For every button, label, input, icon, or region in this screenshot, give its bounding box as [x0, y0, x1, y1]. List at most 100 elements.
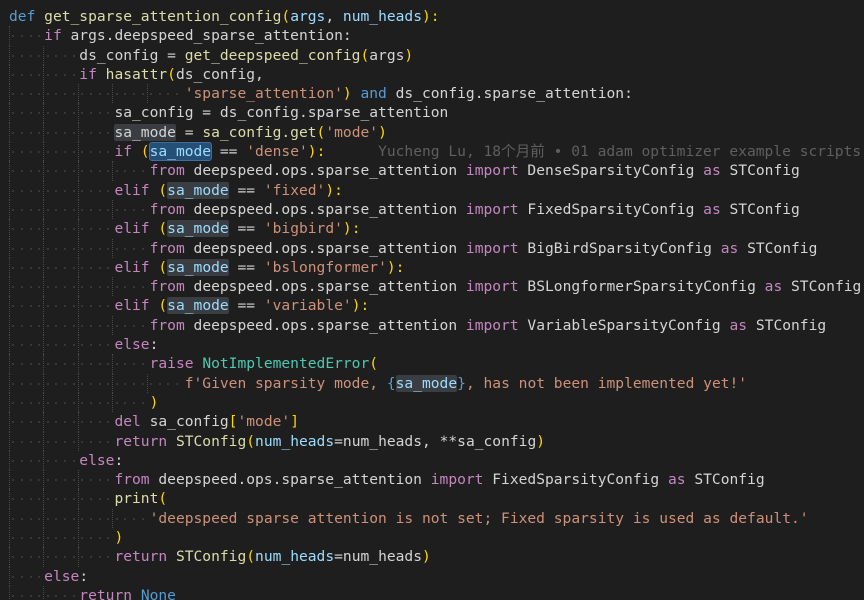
code-line[interactable]: from deepspeed.ops.sparse_attention impo…	[9, 199, 864, 220]
code-token: sa_mode	[148, 142, 213, 162]
whitespace-dot	[98, 266, 101, 269]
whitespace-dot	[29, 286, 32, 289]
whitespace-dot	[98, 93, 101, 96]
code-line[interactable]: )	[9, 528, 864, 548]
code-line[interactable]: elif (sa_mode == 'bslongformer'):	[9, 257, 864, 278]
whitespace-dot	[72, 421, 75, 424]
whitespace-dot	[89, 440, 92, 443]
code-line[interactable]: print(	[9, 489, 864, 509]
code-line[interactable]: f'Given sparsity mode, {sa_mode}, has no…	[9, 373, 864, 393]
whitespace-dot	[64, 324, 67, 327]
code-line[interactable]: from deepspeed.ops.sparse_attention impo…	[9, 238, 864, 258]
whitespace-dot	[20, 344, 23, 347]
code-line[interactable]: return None	[9, 585, 864, 600]
whitespace-dot	[98, 324, 101, 327]
code-line[interactable]: else:	[9, 450, 864, 471]
code-token: ):	[422, 8, 440, 25]
code-line[interactable]: else:	[9, 335, 864, 355]
code-token: num_heads	[342, 8, 422, 25]
indent-guide	[9, 412, 10, 432]
code-line[interactable]: sa_config = ds_config.sparse_attention	[9, 103, 864, 123]
code-line[interactable]: del sa_config['mode']	[9, 412, 864, 432]
code-line[interactable]: from deepspeed.ops.sparse_attention impo…	[9, 161, 864, 181]
whitespace-dot	[72, 537, 75, 540]
code-line[interactable]: from deepspeed.ops.sparse_attention impo…	[9, 470, 864, 490]
code-area[interactable]: def get_sparse_attention_config(args, nu…	[9, 7, 864, 600]
code-line[interactable]: 'deepspeed sparse attention is not set; …	[9, 508, 864, 529]
code-token: f'Given sparsity mode,	[184, 374, 387, 392]
whitespace-dot	[20, 247, 23, 250]
code-token: )	[342, 85, 361, 103]
indent-guide	[9, 238, 10, 258]
code-line[interactable]: def get_sparse_attention_config(args, nu…	[9, 7, 864, 26]
code-token: STConfig	[175, 432, 247, 450]
code-line[interactable]: return STConfig(num_heads=num_heads, **s…	[9, 431, 864, 451]
indent-guide	[43, 585, 45, 600]
whitespace-dot	[72, 594, 75, 597]
code-token: from	[149, 239, 194, 257]
whitespace-dot	[141, 93, 144, 96]
code-line[interactable]: if hasattr(ds_config,	[9, 64, 864, 85]
code-line[interactable]: 'sparse_attention') and ds_config.sparse…	[9, 84, 864, 104]
code-line[interactable]: elif (sa_mode == 'fixed'):	[9, 180, 864, 200]
indent-guide	[9, 431, 10, 451]
whitespace-dot	[141, 324, 144, 327]
whitespace-dot	[107, 247, 110, 250]
code-editor[interactable]: def get_sparse_attention_config(args, nu…	[0, 0, 864, 600]
whitespace-dot	[20, 594, 23, 597]
indent-guide	[43, 354, 45, 374]
whitespace-dot	[29, 517, 32, 520]
whitespace-dot	[64, 208, 67, 211]
indent-guide	[43, 64, 45, 85]
indent-guide	[112, 238, 114, 258]
code-token: sa_mode	[395, 374, 458, 392]
whitespace-dot	[29, 440, 32, 443]
code-line[interactable]: from deepspeed.ops.sparse_attention impo…	[9, 315, 864, 336]
indent-guide	[43, 508, 45, 529]
code-line[interactable]: if args.deepspeed_sparse_attention:	[9, 26, 864, 46]
code-line[interactable]: elif (sa_mode == 'variable'):	[9, 296, 864, 316]
whitespace-dot	[64, 131, 67, 134]
code-line[interactable]: if (sa_mode == 'dense'): Yucheng Lu, 18个…	[9, 142, 864, 162]
git-blame-annotation: Yucheng Lu, 18个月前 • 01 adam optimizer ex…	[325, 143, 864, 161]
code-token: STConfig	[729, 162, 800, 180]
indent-guide	[9, 142, 10, 162]
code-line[interactable]: from deepspeed.ops.sparse_attention impo…	[9, 277, 864, 297]
whitespace-dot	[89, 517, 92, 520]
whitespace-dot	[29, 537, 32, 540]
whitespace-dot	[98, 517, 101, 520]
whitespace-dot	[72, 517, 75, 520]
code-token: import	[465, 162, 528, 180]
whitespace-dot	[107, 324, 110, 327]
code-token: ):	[342, 220, 361, 238]
indent-guide	[77, 219, 79, 239]
code-line[interactable]: else:	[9, 566, 864, 586]
whitespace-dot	[89, 189, 92, 192]
indent-guide	[9, 489, 10, 509]
code-line[interactable]: sa_mode = sa_config.get('mode')	[9, 122, 864, 143]
indent-guide	[77, 180, 79, 200]
whitespace-dot	[89, 131, 92, 134]
indent-guide	[43, 84, 45, 104]
code-line[interactable]: raise NotImplementedError(	[9, 354, 864, 374]
indent-guide	[43, 199, 45, 220]
whitespace-dot	[72, 344, 75, 347]
code-token: get_deepspeed_config	[184, 46, 361, 64]
code-line[interactable]: )	[9, 392, 864, 413]
indent-guide	[9, 450, 10, 471]
indent-guide	[77, 470, 79, 490]
code-token: FixedSparsityConfig	[527, 200, 704, 218]
whitespace-dot	[72, 151, 75, 154]
whitespace-dot	[29, 247, 32, 250]
code-line[interactable]: elif (sa_mode == 'bigbird'):	[9, 219, 864, 239]
code-token: hasattr	[105, 65, 168, 83]
indent-guide	[77, 354, 79, 374]
whitespace-dot	[46, 537, 49, 540]
whitespace-dot	[98, 440, 101, 443]
indent-guide	[43, 103, 45, 123]
code-line[interactable]: ds_config = get_deepspeed_config(args)	[9, 45, 864, 65]
code-line[interactable]: return STConfig(num_heads=num_heads)	[9, 547, 864, 567]
whitespace-dot	[141, 247, 144, 250]
code-token: args.deepspeed_sparse_attention	[70, 27, 343, 45]
whitespace-dot	[38, 382, 41, 385]
